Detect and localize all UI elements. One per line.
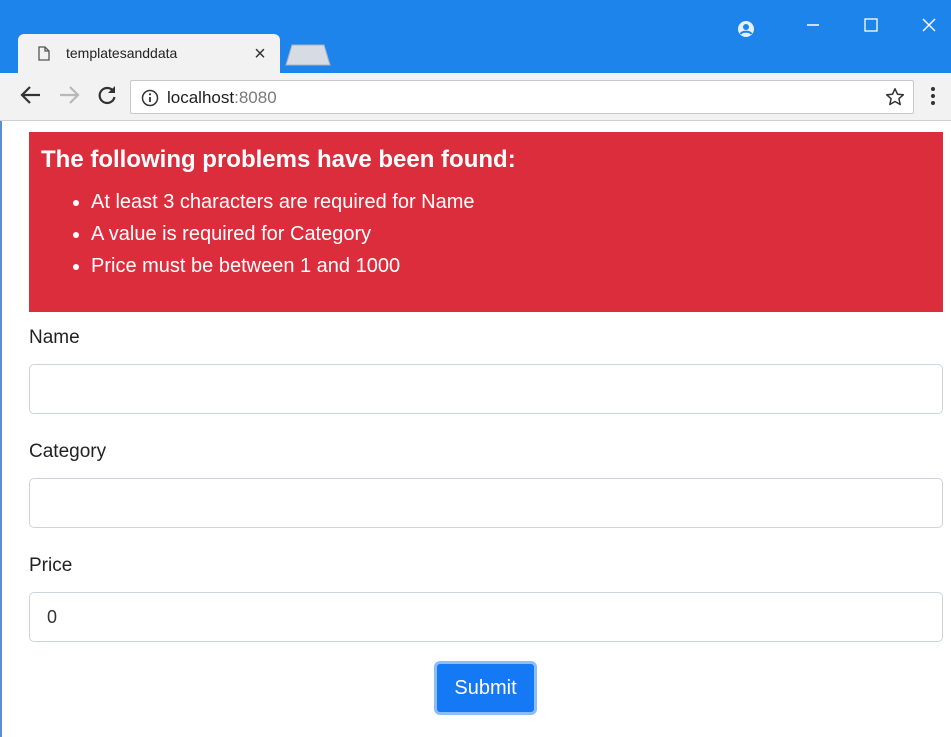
price-input[interactable] [29, 592, 943, 642]
reload-icon[interactable] [96, 83, 118, 112]
validation-alert: The following problems have been found: … [29, 132, 943, 312]
alert-heading: The following problems have been found: [41, 146, 516, 173]
url-text: localhost:8080 [167, 88, 277, 108]
error-list: At least 3 characters are required for N… [53, 186, 475, 282]
price-label: Price [29, 555, 73, 576]
error-item: At least 3 characters are required for N… [91, 186, 475, 218]
tab-title: templatesanddata [66, 45, 178, 61]
back-icon[interactable] [20, 83, 42, 112]
url-host: localhost [167, 88, 235, 107]
document-icon [38, 46, 50, 66]
submit-button[interactable]: Submit [434, 661, 537, 715]
menu-icon[interactable] [930, 85, 936, 112]
error-item: A value is required for Category [91, 218, 475, 250]
forward-icon[interactable] [58, 83, 80, 112]
browser-toolbar: localhost:8080 [0, 73, 951, 121]
new-tab-button[interactable] [284, 44, 332, 71]
name-input[interactable] [29, 364, 943, 414]
account-icon[interactable] [737, 20, 755, 43]
info-icon[interactable] [141, 89, 159, 112]
url-port: :8080 [234, 88, 277, 107]
star-icon[interactable] [885, 87, 905, 112]
category-label: Category [29, 441, 107, 462]
browser-tab[interactable]: templatesanddata × [18, 34, 280, 74]
name-label: Name [29, 327, 80, 348]
address-bar[interactable]: localhost:8080 [130, 80, 914, 114]
browser-titlebar: templatesanddata × [0, 0, 951, 74]
close-window-icon[interactable] [922, 16, 936, 36]
category-input[interactable] [29, 478, 943, 528]
maximize-icon[interactable] [864, 16, 878, 36]
minimize-icon[interactable] [806, 16, 820, 36]
tab-close-button[interactable]: × [250, 41, 270, 67]
error-item: Price must be between 1 and 1000 [91, 250, 475, 282]
